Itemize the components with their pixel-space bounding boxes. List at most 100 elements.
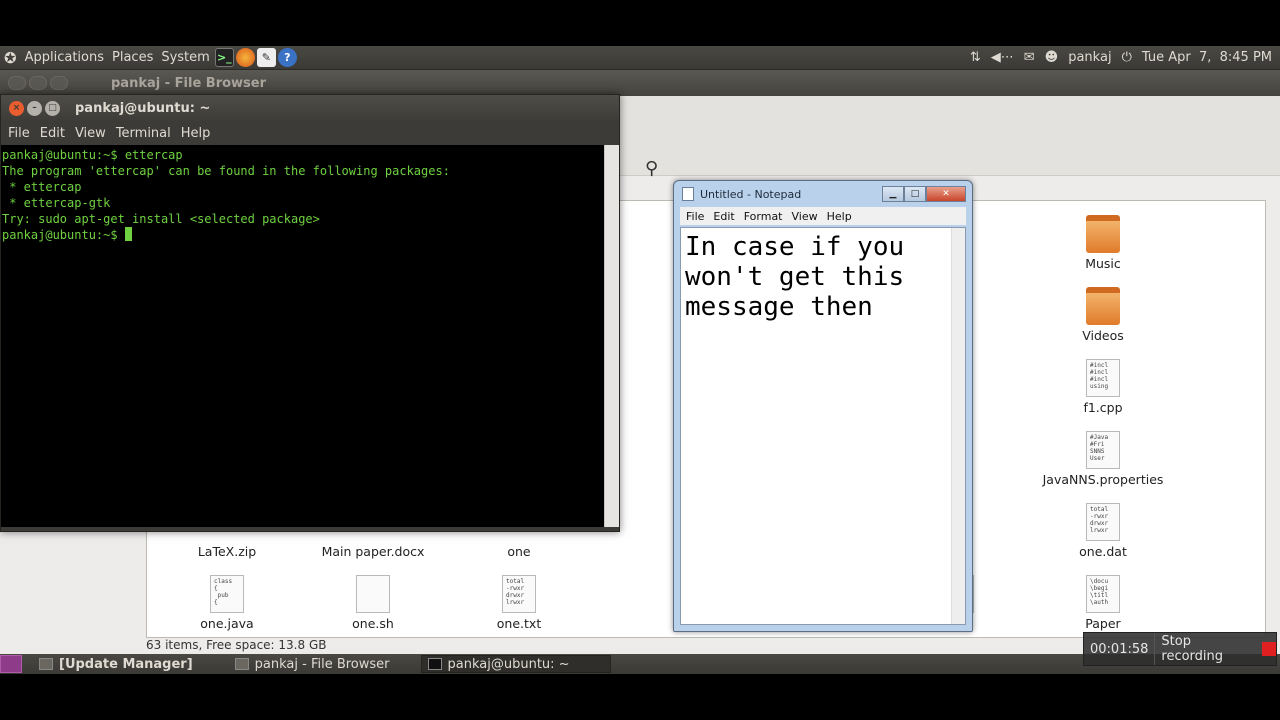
folder-icon xyxy=(234,658,249,670)
terminal-launcher-icon[interactable]: >_ xyxy=(214,48,234,67)
close-icon[interactable]: ✕ xyxy=(926,186,966,202)
terminal-line: * ettercap-gtk xyxy=(2,196,111,210)
task-label: pankaj - File Browser xyxy=(254,656,390,672)
notepad-icon xyxy=(682,187,694,201)
notepad-menubar: File Edit Format View Help xyxy=(680,207,966,225)
terminal-menu-edit[interactable]: Edit xyxy=(35,126,70,141)
file-label: JavaNNS.properties xyxy=(1042,472,1164,487)
notepad-title: Untitled - Notepad xyxy=(700,187,802,201)
file-label: one.java xyxy=(200,616,254,631)
places-menu[interactable]: Places xyxy=(108,50,157,65)
terminal-screen[interactable]: pankaj@ubuntu:~$ ettercap The program 'et… xyxy=(1,145,604,527)
task-terminal[interactable]: pankaj@ubuntu: ~ xyxy=(420,655,611,673)
terminal-prompt: pankaj@ubuntu:~$ xyxy=(2,228,125,242)
file-label: Paper xyxy=(1085,616,1121,631)
file-icon: \docu \begi \titl \auth xyxy=(1086,575,1120,613)
file-browser-titlebar[interactable]: pankaj - File Browser xyxy=(0,70,1280,96)
file-label: LaTeX.zip xyxy=(197,544,257,559)
file-icon: class { pub { xyxy=(210,575,244,613)
notepad-menu-view[interactable]: View xyxy=(790,210,825,223)
terminal-icon xyxy=(427,658,442,670)
terminal-line: pankaj@ubuntu:~$ ettercap xyxy=(2,148,183,162)
file-icon: total -rwxr drwxr lrwxr xyxy=(502,575,536,613)
notepad-menu-format[interactable]: Format xyxy=(742,210,790,223)
terminal-titlebar[interactable]: × – □ pankaj@ubuntu: ~ xyxy=(1,95,619,121)
terminal-menubar: File Edit View Terminal Help xyxy=(1,121,619,145)
minimize-icon[interactable] xyxy=(29,76,47,90)
minimize-icon[interactable]: ▁ xyxy=(882,186,904,202)
terminal-title: pankaj@ubuntu: ~ xyxy=(75,100,211,116)
file-item[interactable]: total -rwxr drwxr lrwxr one.dat xyxy=(1033,503,1173,559)
task-label: pankaj@ubuntu: ~ xyxy=(447,656,570,672)
file-label: f1.cpp xyxy=(1083,400,1123,415)
maximize-icon[interactable] xyxy=(50,76,68,90)
help-launcher-icon[interactable]: ? xyxy=(277,48,297,67)
file-label: one xyxy=(507,544,531,559)
terminal-scrollbar[interactable] xyxy=(604,145,619,527)
clock[interactable]: Tue Apr 7, 8:45 PM xyxy=(1142,50,1272,65)
file-item[interactable]: \docu \begi \titl \auth Paper xyxy=(1033,575,1173,631)
terminal-line: Try: sudo apt-get install <selected pack… xyxy=(2,212,320,226)
file-label: one.sh xyxy=(352,616,394,631)
screen-recorder-widget: 00:01:58 Stop recording xyxy=(1083,632,1277,666)
notepad-text-area[interactable]: In case if you won't get this message th… xyxy=(680,227,966,625)
folder-icon xyxy=(1086,215,1120,253)
file-icon: #Java #Fri SNNS User xyxy=(1086,431,1120,469)
file-item[interactable]: #Java #Fri SNNS User JavaNNS.properties xyxy=(1033,431,1173,487)
terminal-menu-view[interactable]: View xyxy=(70,126,111,141)
close-icon[interactable] xyxy=(8,76,26,90)
file-item[interactable]: one.sh xyxy=(303,575,443,631)
file-label: Music xyxy=(1085,256,1121,271)
user-icon[interactable]: ☻ xyxy=(1045,50,1059,65)
task-update-manager[interactable]: [Update Manager] xyxy=(32,655,200,673)
desktop: pankaj - File Browser ⚲ Docume0.0MusicPi… xyxy=(0,70,1280,654)
file-item[interactable]: #incl #incl #incl using f1.cpp xyxy=(1033,359,1173,415)
file-item[interactable]: Music xyxy=(1033,215,1173,271)
terminal-menu-terminal[interactable]: Terminal xyxy=(111,126,176,141)
terminal-window: × – □ pankaj@ubuntu: ~ File Edit View Te… xyxy=(0,94,620,532)
text-editor-launcher-icon[interactable]: ✎ xyxy=(256,48,276,67)
close-icon[interactable]: × xyxy=(9,100,24,116)
task-label: [Update Manager] xyxy=(59,656,193,672)
applications-menu[interactable]: Applications xyxy=(21,50,108,65)
file-label: Videos xyxy=(1082,328,1124,343)
file-label: one.dat xyxy=(1079,544,1127,559)
search-icon[interactable]: ⚲ xyxy=(645,158,658,179)
file-icon xyxy=(356,575,390,613)
stop-recording-button[interactable]: Stop recording xyxy=(1155,634,1254,664)
firefox-launcher-icon[interactable] xyxy=(235,48,255,67)
notepad-window: Untitled - Notepad ▁ □ ✕ File Edit Forma… xyxy=(673,180,973,632)
volume-icon[interactable]: ◀⋯ xyxy=(991,50,1014,65)
notepad-text: In case if you won't get this message th… xyxy=(685,232,920,322)
update-manager-icon xyxy=(39,658,53,670)
show-desktop-icon[interactable] xyxy=(0,655,22,673)
file-icon: #incl #incl #incl using xyxy=(1086,359,1120,397)
file-icon: total -rwxr drwxr lrwxr xyxy=(1086,503,1120,541)
file-browser-title: pankaj - File Browser xyxy=(111,75,267,91)
folder-icon xyxy=(1086,287,1120,325)
notepad-scrollbar[interactable] xyxy=(951,228,965,624)
stop-icon[interactable] xyxy=(1262,642,1276,656)
ubuntu-logo-icon[interactable]: ✪ xyxy=(0,49,21,67)
maximize-icon[interactable]: □ xyxy=(904,186,926,202)
terminal-menu-file[interactable]: File xyxy=(3,126,35,141)
power-icon[interactable]: ⏻ xyxy=(1122,50,1132,65)
terminal-line: * ettercap xyxy=(2,180,82,194)
notepad-menu-help[interactable]: Help xyxy=(825,210,859,223)
file-item[interactable]: Videos xyxy=(1033,287,1173,343)
notepad-menu-file[interactable]: File xyxy=(684,210,711,223)
network-icon[interactable]: ⇅ xyxy=(970,50,981,65)
system-menu[interactable]: System xyxy=(157,50,213,65)
maximize-icon[interactable]: □ xyxy=(45,100,60,116)
minimize-icon[interactable]: – xyxy=(27,100,42,116)
file-item[interactable]: total -rwxr drwxr lrwxr one.txt xyxy=(449,575,589,631)
user-name[interactable]: pankaj xyxy=(1068,50,1111,65)
terminal-line: The program 'ettercap' can be found in t… xyxy=(2,164,450,178)
notepad-menu-edit[interactable]: Edit xyxy=(711,210,741,223)
terminal-menu-help[interactable]: Help xyxy=(176,126,216,141)
mail-icon[interactable]: ✉ xyxy=(1024,50,1035,65)
task-file-browser[interactable]: pankaj - File Browser xyxy=(228,655,397,673)
terminal-cursor xyxy=(124,227,132,241)
file-item[interactable]: class { pub { one.java xyxy=(157,575,297,631)
notepad-titlebar[interactable]: Untitled - Notepad ▁ □ ✕ xyxy=(674,181,972,207)
